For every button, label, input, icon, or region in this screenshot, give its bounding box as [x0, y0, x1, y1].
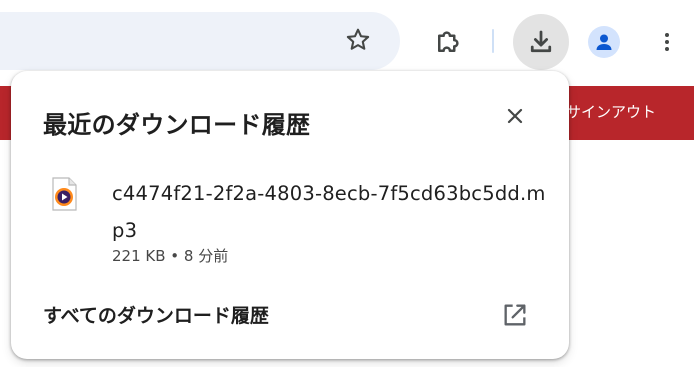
downloads-bubble: 最近のダウンロード履歴 c4474f21-2f2a-4803-8ecb-7f5c…	[11, 71, 569, 359]
download-meta: 221 KB • 8 分前	[112, 247, 229, 265]
close-button[interactable]	[497, 98, 533, 134]
address-bar[interactable]	[0, 12, 400, 70]
close-icon	[507, 108, 523, 124]
signout-link[interactable]: サインアウト	[566, 102, 656, 122]
avatar	[588, 26, 620, 58]
more-menu-icon	[665, 33, 669, 51]
star-icon[interactable]	[344, 26, 372, 54]
toolbar-separator	[492, 29, 494, 53]
profile-button[interactable]	[576, 14, 632, 70]
bubble-title: 最近のダウンロード履歴	[43, 111, 311, 139]
audio-file-icon	[52, 177, 77, 211]
more-menu-button[interactable]	[639, 14, 694, 70]
downloads-button[interactable]	[513, 14, 569, 70]
extensions-button[interactable]	[420, 14, 476, 70]
browser-toolbar	[0, 0, 694, 70]
profile-icon	[596, 34, 612, 50]
download-icon	[530, 30, 552, 53]
all-downloads-link[interactable]: すべてのダウンロード履歴	[43, 301, 269, 328]
extensions-icon	[438, 31, 459, 52]
open-external-icon[interactable]	[501, 301, 529, 329]
download-filename[interactable]: c4474f21-2f2a-4803-8ecb-7f5cd63bc5dd.mp3	[112, 175, 552, 249]
